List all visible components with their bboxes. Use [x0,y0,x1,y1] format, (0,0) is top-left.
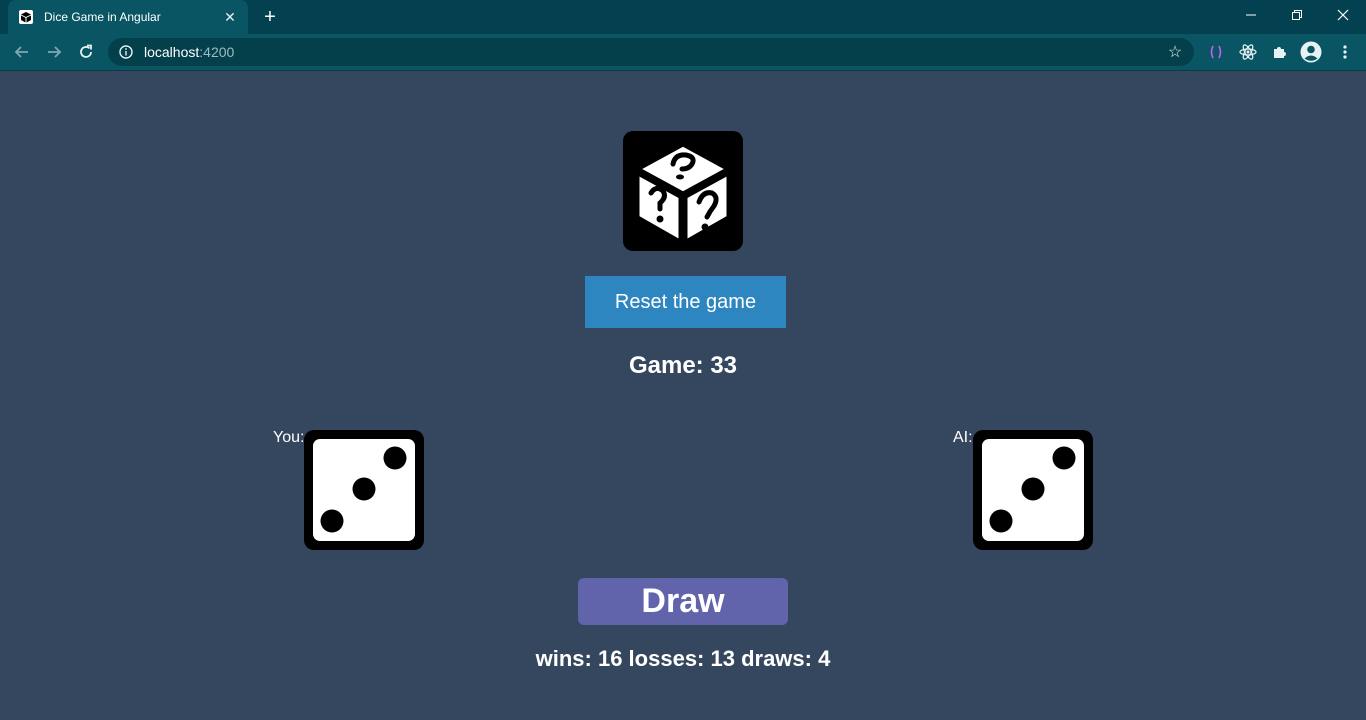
restore-button[interactable] [1274,0,1320,30]
address-bar[interactable]: localhost:4200 ☆ [108,38,1194,66]
browser-window: Dice Game in Angular ✕ + localhost:4200 [0,0,1366,71]
minimize-icon [1246,14,1256,16]
tab-strip: Dice Game in Angular ✕ + [0,0,1366,34]
back-arrow-icon [14,46,28,58]
forward-arrow-icon [48,46,62,58]
score-summary: wins: 16 losses: 13 draws: 4 [535,646,831,671]
browser-toolbar: localhost:4200 ☆ [0,34,1366,70]
mystery-dice-logo-icon [623,131,743,251]
dice-game-page: Reset the game Game: 33 You: AI: Draw wi… [0,71,1366,720]
result-draw-button[interactable]: Draw [578,578,788,625]
dice-favicon-icon [18,9,34,25]
forward-button[interactable] [42,40,66,64]
reload-button[interactable] [74,40,98,64]
ai-die-icon [973,430,1093,550]
site-info-icon[interactable] [118,44,134,60]
close-window-button[interactable] [1320,0,1366,30]
reset-game-button[interactable]: Reset the game [585,276,786,328]
reload-icon [80,44,92,58]
tab-close-icon[interactable]: ✕ [222,9,238,25]
game-counter: Game: 33 [628,352,738,379]
bookmark-star-icon[interactable]: ☆ [1166,43,1184,61]
profile-avatar-icon[interactable] [1300,41,1322,63]
player-die-icon [304,430,424,550]
you-label: You: [273,429,305,446]
react-devtools-icon[interactable] [1237,41,1259,63]
url-text: localhost:4200 [144,44,235,60]
minimize-button[interactable] [1228,0,1274,30]
new-tab-button[interactable]: + [258,6,282,28]
restore-icon [1292,10,1302,20]
ai-label: AI: [953,429,973,446]
back-button[interactable] [10,40,34,64]
extensions-puzzle-icon[interactable] [1269,41,1291,63]
browser-tab[interactable]: Dice Game in Angular ✕ [8,0,248,34]
browser-menu-icon[interactable] [1334,41,1356,63]
close-icon [1337,9,1349,21]
tab-title: Dice Game in Angular [44,10,161,24]
extension-brackets-icon[interactable] [1205,41,1227,63]
